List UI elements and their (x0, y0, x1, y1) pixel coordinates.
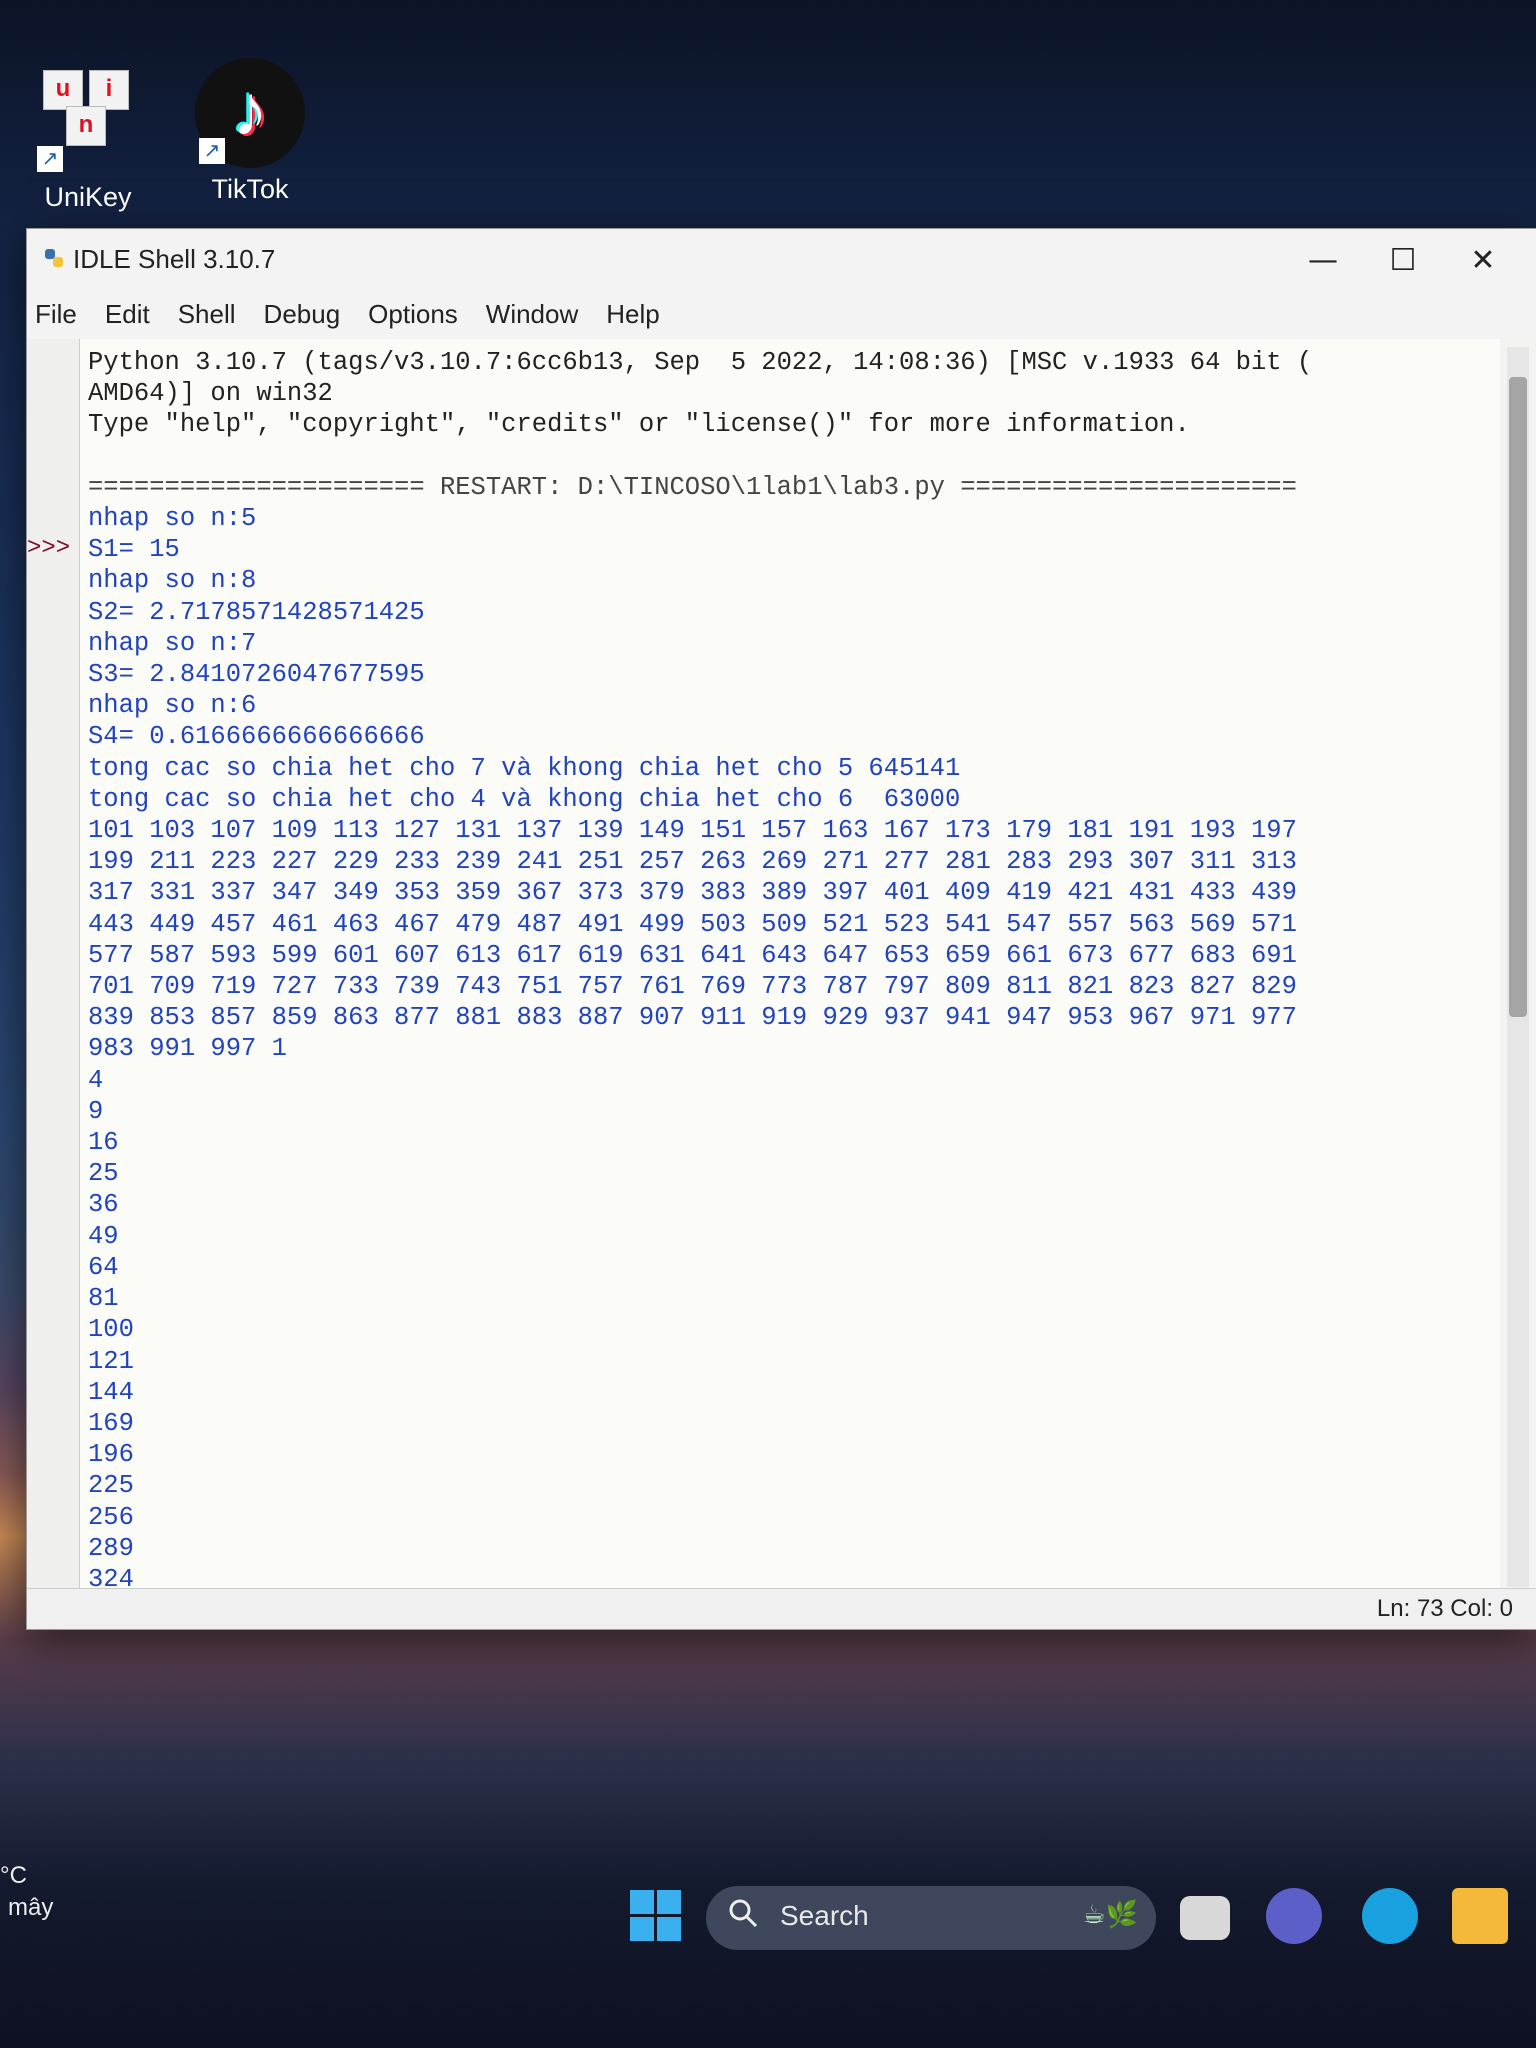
shell-line: 4 (88, 1065, 104, 1095)
search-highlight-icon: ☕🌿 (1082, 1900, 1138, 1930)
windows-logo-icon (630, 1890, 654, 1914)
shortcut-arrow-icon: ↗ (199, 138, 225, 164)
windows-logo-pane (657, 1890, 681, 1914)
shell-line: 16 (88, 1128, 119, 1158)
unikey-key-u: u (43, 70, 83, 110)
desktop-icon-label: TikTok (211, 174, 289, 204)
shell-line: Python 3.10.7 (tags/v3.10.7:6cc6b13, Sep… (88, 348, 1313, 377)
desktop-icon-unikey[interactable]: u i n ↗ UniKey (18, 66, 158, 213)
start-button[interactable] (630, 1890, 682, 1942)
shell-output-area[interactable]: Python 3.10.7 (tags/v3.10.7:6cc6b13, Sep… (79, 339, 1500, 1589)
menu-help[interactable]: Help (592, 289, 673, 339)
file-explorer-icon[interactable] (1452, 1888, 1508, 1944)
maximize-button[interactable]: ☐ (1363, 233, 1443, 289)
shell-line: 289 (88, 1533, 134, 1563)
weather-condition: mây (8, 1894, 54, 1921)
shell-line: 839 853 857 859 863 877 881 883 887 907 … (88, 1003, 1297, 1033)
shell-line: nhap so n:7 (88, 628, 257, 658)
menu-bar: File Edit Shell Debug Options Window Help (27, 289, 1536, 339)
unikey-icon: u i n ↗ (33, 66, 143, 176)
task-view-icon[interactable] (1180, 1896, 1230, 1940)
shell-line: 144 (88, 1377, 134, 1407)
shell-line: Type "help", "copyright", "credits" or "… (88, 410, 1190, 440)
desktop-icon-label: UniKey (44, 182, 132, 212)
menu-file[interactable]: File (27, 289, 91, 339)
shell-line: 317 331 337 347 349 353 359 367 373 379 … (88, 878, 1297, 908)
shell-line: 196 (88, 1440, 134, 1470)
minimize-button[interactable]: — (1283, 233, 1363, 289)
menu-debug[interactable]: Debug (250, 289, 355, 339)
shell-line (88, 441, 1500, 472)
shell-prompt: >>> (27, 535, 71, 562)
shell-line: nhap so n:6 (88, 691, 257, 721)
shell-line: 101 103 107 109 113 127 131 137 139 149 … (88, 816, 1297, 846)
shell-line: 701 709 719 727 733 739 743 751 757 761 … (88, 972, 1297, 1002)
shell-line: ====================== RESTART: D:\TINCO… (88, 472, 1297, 502)
shell-line: S3= 2.8410726047677595 (88, 660, 425, 690)
shell-line: 49 (88, 1221, 119, 1251)
shell-line: 81 (88, 1284, 119, 1314)
teams-icon[interactable] (1266, 1888, 1322, 1944)
shell-line: 169 (88, 1408, 134, 1438)
status-bar: Ln: 73 Col: 0 (27, 1588, 1536, 1629)
shell-line: 225 (88, 1471, 134, 1501)
shell-line: 256 (88, 1502, 134, 1532)
taskbar: °C mây Search ☕🌿 (0, 1860, 1536, 1970)
menu-shell[interactable]: Shell (164, 289, 250, 339)
shell-line: 443 449 457 461 463 467 479 487 491 499 … (88, 909, 1297, 939)
cursor-position: Ln: 73 Col: 0 (1376, 1595, 1513, 1622)
shell-line: 64 (88, 1252, 119, 1282)
shell-line: 983 991 997 1 (88, 1034, 287, 1064)
shell-line: tong cac so chia het cho 7 và khong chia… (88, 753, 961, 783)
weather-temp: °C (0, 1862, 27, 1889)
weather-widget[interactable]: °C mây (0, 1860, 53, 1924)
menu-edit[interactable]: Edit (91, 289, 164, 339)
search-label: Search (780, 1900, 869, 1931)
window-title: IDLE Shell 3.10.7 (73, 244, 276, 274)
shell-line: 199 211 223 227 229 233 239 241 251 257 … (88, 847, 1297, 877)
close-button[interactable]: ✕ (1443, 233, 1523, 289)
unikey-key-i: i (89, 70, 129, 110)
shell-line: 36 (88, 1190, 119, 1220)
shortcut-arrow-icon: ↗ (37, 146, 63, 172)
menu-window[interactable]: Window (472, 289, 592, 339)
taskbar-search[interactable]: Search ☕🌿 (706, 1886, 1156, 1950)
vertical-scrollbar[interactable] (1507, 347, 1529, 1587)
shell-line: 121 (88, 1346, 134, 1376)
shell-line: S4= 0.6166666666666666 (88, 722, 425, 752)
shell-line: 25 (88, 1159, 119, 1189)
shell-line: 577 587 593 599 601 607 613 617 619 631 … (88, 940, 1297, 970)
desktop-icon-tiktok[interactable]: ♪ ↗ TikTok (180, 58, 320, 205)
title-bar[interactable]: IDLE Shell 3.10.7 — ☐ ✕ (27, 229, 1536, 289)
prompt-gutter: >>> (27, 339, 79, 1589)
shell-line: nhap so n:5 (88, 504, 257, 534)
shell-line: 100 (88, 1315, 134, 1345)
shell-line: S2= 2.7178571428571425 (88, 597, 425, 627)
windows-logo-pane (630, 1917, 654, 1941)
shell-line: S1= 15 (88, 535, 180, 565)
shell-line: nhap so n:8 (88, 566, 257, 596)
unikey-key-n: n (66, 106, 106, 146)
windows-logo-pane (657, 1917, 681, 1941)
idle-shell-window: IDLE Shell 3.10.7 — ☐ ✕ File Edit Shell Deb… (26, 228, 1536, 1630)
menu-options[interactable]: Options (354, 289, 472, 339)
python-icon (45, 249, 63, 267)
edge-icon[interactable] (1362, 1888, 1418, 1944)
shell-line: 9 (88, 1096, 104, 1126)
shell-line: AMD64)] on win32 (88, 379, 333, 409)
scrollbar-thumb[interactable] (1509, 377, 1527, 1017)
shell-line: tong cac so chia het cho 4 và khong chia… (88, 784, 961, 814)
shell-output: Python 3.10.7 (tags/v3.10.7:6cc6b13, Sep… (80, 339, 1500, 1589)
tiktok-icon: ♪ ↗ (195, 58, 305, 168)
search-icon (729, 1899, 758, 1928)
shell-line: 324 (88, 1564, 134, 1589)
